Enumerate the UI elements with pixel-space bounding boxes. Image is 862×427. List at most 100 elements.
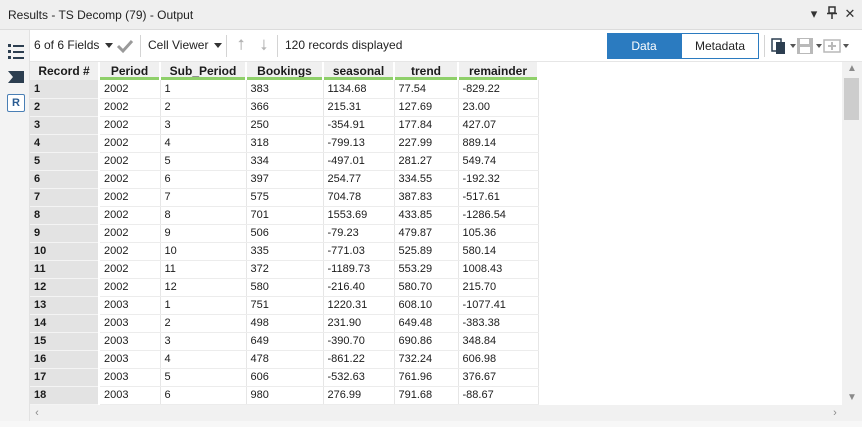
close-icon[interactable]: ✕: [844, 6, 856, 24]
table-cell[interactable]: 1: [160, 80, 247, 99]
table-cell[interactable]: 6: [160, 386, 247, 405]
table-cell[interactable]: 334: [246, 152, 324, 171]
tab-metadata[interactable]: Metadata: [681, 33, 759, 59]
list-icon[interactable]: [7, 42, 25, 60]
arrow-up-icon[interactable]: ⭡: [234, 36, 248, 56]
table-cell[interactable]: 2002: [99, 80, 161, 99]
table-cell[interactable]: 11: [160, 260, 247, 279]
table-cell[interactable]: 2002: [99, 188, 161, 207]
table-row[interactable]: 5 2002 5 334 -497.01 281.27 549.74: [30, 152, 539, 171]
table-cell[interactable]: 3: [160, 116, 247, 135]
record-number-cell[interactable]: 5: [30, 152, 100, 171]
table-cell[interactable]: 553.29: [394, 260, 459, 279]
table-cell[interactable]: -799.13: [323, 134, 395, 153]
table-row[interactable]: 16 2003 4 478 -861.22 732.24 606.98: [30, 350, 539, 369]
table-cell[interactable]: -216.40: [323, 278, 395, 297]
scroll-thumb[interactable]: [844, 78, 859, 120]
table-cell[interactable]: 1008.43: [458, 260, 539, 279]
table-cell[interactable]: 2002: [99, 152, 161, 171]
table-cell[interactable]: 5: [160, 152, 247, 171]
record-number-cell[interactable]: 17: [30, 368, 100, 387]
table-cell[interactable]: 2003: [99, 350, 161, 369]
table-cell[interactable]: 334.55: [394, 170, 459, 189]
table-row[interactable]: 6 2002 6 397 254.77 334.55 -192.32: [30, 170, 539, 189]
table-cell[interactable]: 889.14: [458, 134, 539, 153]
column-header-seasonal[interactable]: seasonal: [323, 62, 395, 80]
table-cell[interactable]: 980: [246, 386, 324, 405]
table-row[interactable]: 15 2003 3 649 -390.70 690.86 348.84: [30, 332, 539, 351]
column-header-bookings[interactable]: Bookings: [246, 62, 324, 80]
scroll-up-icon[interactable]: ▲: [842, 62, 862, 76]
table-cell[interactable]: 376.67: [458, 368, 539, 387]
record-number-cell[interactable]: 2: [30, 98, 100, 117]
record-number-cell[interactable]: 10: [30, 242, 100, 261]
table-cell[interactable]: 549.74: [458, 152, 539, 171]
table-cell[interactable]: 227.99: [394, 134, 459, 153]
table-row[interactable]: 10 2002 10 335 -771.03 525.89 580.14: [30, 242, 539, 261]
table-cell[interactable]: 10: [160, 242, 247, 261]
table-cell[interactable]: 105.36: [458, 224, 539, 243]
table-cell[interactable]: 2002: [99, 170, 161, 189]
table-cell[interactable]: 8: [160, 206, 247, 225]
column-header-period[interactable]: Period: [99, 62, 161, 80]
table-row[interactable]: 14 2003 2 498 231.90 649.48 -383.38: [30, 314, 539, 333]
pin-icon[interactable]: [826, 6, 838, 24]
table-cell[interactable]: -390.70: [323, 332, 395, 351]
table-row[interactable]: 1 2002 1 383 1134.68 77.54 -829.22: [30, 80, 539, 99]
table-cell[interactable]: 2003: [99, 314, 161, 333]
table-cell[interactable]: 3: [160, 332, 247, 351]
tag-icon[interactable]: [7, 68, 25, 86]
table-cell[interactable]: 606.98: [458, 350, 539, 369]
table-cell[interactable]: 791.68: [394, 386, 459, 405]
table-row[interactable]: 18 2003 6 980 276.99 791.68 -88.67: [30, 386, 539, 405]
table-cell[interactable]: 1: [160, 296, 247, 315]
record-number-cell[interactable]: 16: [30, 350, 100, 369]
r-tool-icon[interactable]: R: [7, 94, 25, 112]
column-header-sub-period[interactable]: Sub_Period: [160, 62, 247, 80]
table-cell[interactable]: 2003: [99, 368, 161, 387]
add-tool-icon[interactable]: [823, 37, 849, 55]
table-cell[interactable]: 12: [160, 278, 247, 297]
table-cell[interactable]: 6: [160, 170, 247, 189]
table-row[interactable]: 8 2002 8 701 1553.69 433.85 -1286.54: [30, 206, 539, 225]
table-cell[interactable]: 427.07: [458, 116, 539, 135]
table-cell[interactable]: 525.89: [394, 242, 459, 261]
table-row[interactable]: 11 2002 11 372 -1189.73 553.29 1008.43: [30, 260, 539, 279]
table-cell[interactable]: 690.86: [394, 332, 459, 351]
table-cell[interactable]: 2002: [99, 98, 161, 117]
table-cell[interactable]: 276.99: [323, 386, 395, 405]
table-cell[interactable]: 1134.68: [323, 80, 395, 99]
table-cell[interactable]: 281.27: [394, 152, 459, 171]
table-cell[interactable]: 606: [246, 368, 324, 387]
table-cell[interactable]: 215.70: [458, 278, 539, 297]
column-header-remainder[interactable]: remainder: [458, 62, 539, 80]
table-row[interactable]: 4 2002 4 318 -799.13 227.99 889.14: [30, 134, 539, 153]
table-cell[interactable]: 335: [246, 242, 324, 261]
record-number-cell[interactable]: 13: [30, 296, 100, 315]
table-cell[interactable]: -1286.54: [458, 206, 539, 225]
table-cell[interactable]: 608.10: [394, 296, 459, 315]
table-cell[interactable]: 254.77: [323, 170, 395, 189]
table-cell[interactable]: 2002: [99, 116, 161, 135]
record-number-cell[interactable]: 8: [30, 206, 100, 225]
table-cell[interactable]: 5: [160, 368, 247, 387]
record-number-cell[interactable]: 3: [30, 116, 100, 135]
table-cell[interactable]: 2002: [99, 242, 161, 261]
table-row[interactable]: 13 2003 1 751 1220.31 608.10 -1077.41: [30, 296, 539, 315]
record-number-cell[interactable]: 12: [30, 278, 100, 297]
horizontal-scrollbar[interactable]: ‹ ›: [30, 405, 842, 421]
record-number-cell[interactable]: 4: [30, 134, 100, 153]
table-cell[interactable]: 1220.31: [323, 296, 395, 315]
vertical-scrollbar[interactable]: ▲ ▼: [842, 62, 862, 405]
results-grid[interactable]: Record # Period Sub_Period Bookings seas…: [30, 62, 842, 405]
table-cell[interactable]: 580: [246, 278, 324, 297]
table-row[interactable]: 7 2002 7 575 704.78 387.83 -517.61: [30, 188, 539, 207]
table-cell[interactable]: 215.31: [323, 98, 395, 117]
table-cell[interactable]: 348.84: [458, 332, 539, 351]
table-cell[interactable]: -829.22: [458, 80, 539, 99]
table-cell[interactable]: -517.61: [458, 188, 539, 207]
copy-icon[interactable]: [770, 37, 796, 55]
table-row[interactable]: 2 2002 2 366 215.31 127.69 23.00: [30, 98, 539, 117]
table-cell[interactable]: 732.24: [394, 350, 459, 369]
table-cell[interactable]: 231.90: [323, 314, 395, 333]
